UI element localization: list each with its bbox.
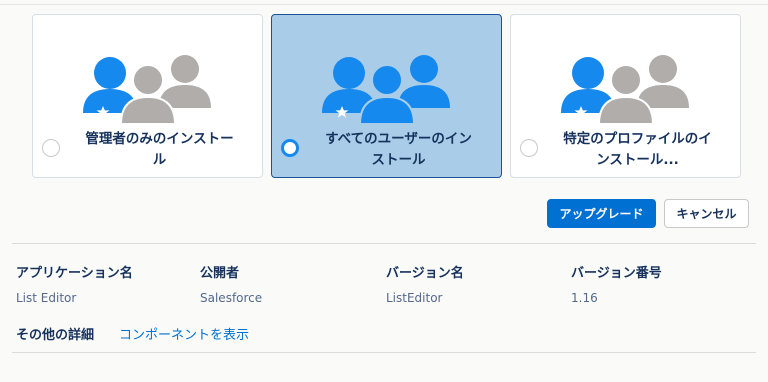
users-all-icon <box>320 51 454 127</box>
value-version-name: ListEditor <box>386 291 443 305</box>
install-option-all-users[interactable]: すべてのユーザーのイン ストール <box>271 14 502 178</box>
install-option-label: 特定のプロファイルのイ ンストール... <box>563 131 712 168</box>
view-components-link[interactable]: コンポーネントを表示 <box>119 324 249 343</box>
upgrade-button[interactable]: アップグレード <box>547 199 656 228</box>
value-publisher: Salesforce <box>200 291 263 305</box>
cancel-button[interactable]: キャンセル <box>664 199 749 228</box>
header-version-name: バージョン名 <box>386 266 464 281</box>
users-profile-icon <box>559 51 693 127</box>
value-app-name: List Editor <box>16 291 77 305</box>
header-publisher: 公開者 <box>200 266 240 281</box>
install-option-specific-profiles[interactable]: 特定のプロファイルのイ ンストール... <box>510 14 741 178</box>
radio-all-users[interactable] <box>281 139 299 157</box>
install-option-label: すべてのユーザーのイン ストール <box>325 131 472 168</box>
install-option-label: 管理者のみのインストー ル <box>85 131 234 168</box>
header-version-number: バージョン番号 <box>571 266 662 281</box>
install-option-admins-only[interactable]: 管理者のみのインストー ル <box>32 14 263 178</box>
value-version-number: 1.16 <box>571 291 598 305</box>
radio-specific-profiles[interactable] <box>520 139 538 157</box>
bottom-divider <box>12 352 756 353</box>
header-app-name: アプリケーション名 <box>16 266 133 281</box>
top-divider <box>0 4 768 5</box>
more-details-label: その他の詳細 <box>16 328 95 343</box>
radio-admins-only[interactable] <box>42 139 60 157</box>
users-admin-icon <box>81 51 215 127</box>
section-divider <box>12 243 756 244</box>
